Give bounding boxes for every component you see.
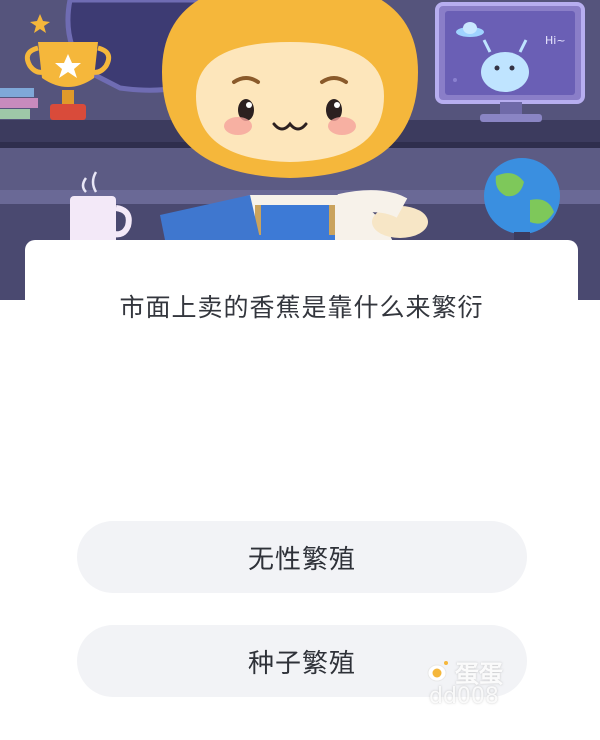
question-text: 市面上卖的香蕉是靠什么来繁衍 <box>119 293 484 322</box>
egg-logo-icon <box>427 661 448 682</box>
watermark-sub: dd008 <box>429 684 499 709</box>
answer-option-1[interactable]: 无性繁殖 <box>77 521 527 593</box>
watermark: 蛋蛋 dd008 <box>425 646 535 720</box>
monitor-speech: Hi~ <box>545 34 566 47</box>
